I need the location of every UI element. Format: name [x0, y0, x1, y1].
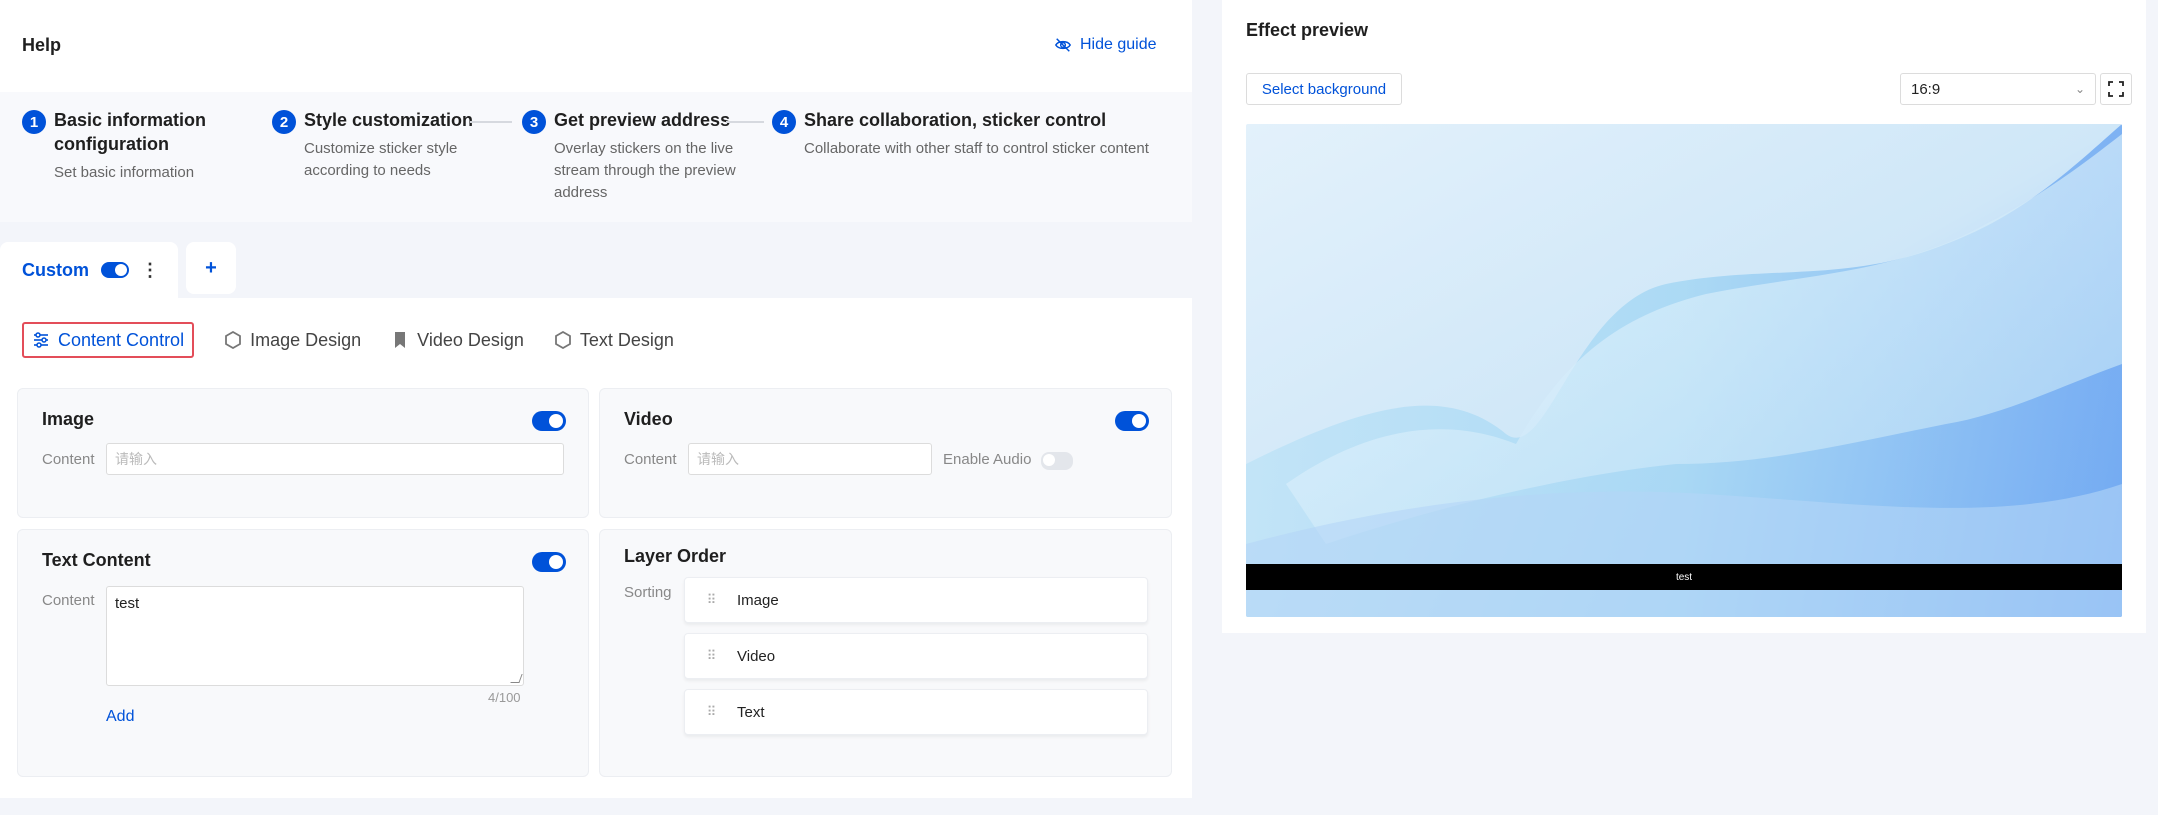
help-card: Help Hide guide 1 Basic information conf…	[0, 0, 1192, 222]
drag-handle-icon[interactable]: ⠿	[685, 648, 737, 664]
subtab-image-design[interactable]: Image Design	[224, 322, 361, 358]
step-1-title-line1: Basic information	[54, 110, 207, 130]
aspect-ratio-value: 16:9	[1911, 80, 1941, 98]
tab-custom-label: Custom	[22, 259, 89, 280]
fullscreen-icon	[2108, 81, 2124, 97]
background-image	[1246, 124, 2122, 617]
add-tab-button[interactable]: +	[186, 242, 236, 294]
enable-audio-label: Enable Audio	[943, 451, 1032, 468]
video-panel: Video Content 请输入 Enable Audio	[599, 388, 1172, 518]
content-card: Content Control Image Design Video Desig…	[0, 298, 1192, 798]
step-3-title: Get preview address	[554, 110, 731, 130]
aspect-ratio-select[interactable]: 16:9 ⌄	[1900, 73, 2096, 105]
sort-item-label: Image	[737, 591, 779, 609]
layer-order-panel: Layer Order Sorting ⠿ Image ⠿ Video ⠿ Te…	[599, 529, 1172, 777]
subtabs: Content Control Image Design Video Desig…	[22, 322, 674, 358]
video-toggle[interactable]	[1115, 411, 1149, 431]
step-3-number: 3	[522, 110, 546, 134]
sort-item-label: Video	[737, 647, 776, 665]
sticker-tabs: Custom ⋮ +	[0, 242, 1192, 298]
image-toggle[interactable]	[532, 411, 566, 431]
add-text-link[interactable]: Add	[106, 708, 134, 726]
text-panel: Text Content Content test 4/100 Add	[17, 529, 589, 777]
subtab-label: Content Control	[58, 329, 185, 350]
step-4-desc: Collaborate with other staff to control …	[804, 140, 1149, 157]
text-toggle[interactable]	[532, 552, 566, 572]
sliders-icon	[34, 332, 48, 348]
step-connector	[470, 121, 512, 123]
bookmark-icon	[395, 332, 406, 348]
text-content-label: Content	[42, 592, 95, 609]
image-content-input[interactable]: 请输入	[106, 443, 564, 475]
eye-off-icon	[1054, 38, 1072, 52]
step-3-desc-line2: stream through the preview	[554, 162, 736, 179]
subtab-label: Text Design	[579, 329, 674, 350]
text-char-counter: 4/100	[488, 690, 521, 705]
preview-canvas: test	[1246, 124, 2122, 617]
steps-guide: 1 Basic information configuration Set ba…	[0, 92, 1192, 222]
fullscreen-button[interactable]	[2100, 73, 2132, 105]
preview-title: Effect preview	[1246, 20, 1369, 40]
caption-bar: test	[1246, 564, 2122, 590]
select-background-button[interactable]: Select background	[1246, 73, 1402, 105]
hide-guide-link[interactable]: Hide guide	[1054, 36, 1157, 54]
sorting-label: Sorting	[624, 584, 672, 601]
sort-item-image[interactable]: ⠿ Image	[684, 577, 1148, 623]
video-panel-title: Video	[624, 409, 673, 429]
image-content-label: Content	[42, 451, 95, 468]
chevron-down-icon: ⌄	[2074, 82, 2085, 96]
step-2-desc-line1: Customize sticker style	[304, 140, 458, 157]
sort-item-label: Text	[737, 703, 765, 721]
hexagon-icon	[225, 331, 241, 349]
video-content-input[interactable]: 请输入	[688, 443, 932, 475]
subtab-text-design[interactable]: Text Design	[554, 322, 674, 358]
hexagon-icon	[554, 331, 571, 349]
step-1-desc: Set basic information	[54, 164, 195, 181]
text-content-textarea[interactable]: test	[106, 586, 524, 686]
layer-order-title: Layer Order	[624, 546, 727, 566]
image-panel: Image Content 请输入	[17, 388, 589, 518]
effect-preview-card: Effect preview Select background 16:9 ⌄	[1222, 0, 2146, 633]
step-2-desc-line2: according to needs	[304, 162, 431, 179]
subtab-video-design[interactable]: Video Design	[391, 322, 524, 358]
sort-item-text[interactable]: ⠿ Text	[684, 689, 1148, 735]
drag-handle-icon[interactable]: ⠿	[685, 592, 737, 608]
subtab-label: Video Design	[417, 329, 524, 350]
image-panel-title: Image	[42, 409, 95, 429]
step-2-title: Style customization	[304, 110, 474, 130]
help-title: Help	[22, 35, 62, 55]
drag-handle-icon[interactable]: ⠿	[685, 704, 737, 720]
sort-item-video[interactable]: ⠿ Video	[684, 633, 1148, 679]
step-3-desc-line3: address	[554, 184, 608, 201]
tab-custom[interactable]: Custom ⋮	[0, 242, 178, 298]
video-content-label: Content	[624, 451, 677, 468]
step-4-number: 4	[772, 110, 796, 134]
custom-toggle[interactable]	[101, 262, 129, 278]
subtab-label: Image Design	[250, 329, 362, 350]
step-1-title-line2: configuration	[54, 134, 169, 154]
text-panel-title: Text Content	[42, 550, 151, 570]
enable-audio-toggle[interactable]	[1041, 452, 1073, 470]
left-column: Help Hide guide 1 Basic information conf…	[0, 0, 1192, 800]
subtab-content-control[interactable]: Content Control	[22, 322, 195, 358]
hide-guide-label: Hide guide	[1080, 36, 1157, 53]
more-options-icon[interactable]: ⋮	[141, 260, 159, 281]
step-3-desc-line1: Overlay stickers on the live	[554, 140, 734, 157]
step-connector	[726, 121, 764, 123]
step-1-number: 1	[22, 110, 46, 134]
step-2-number: 2	[272, 110, 296, 134]
step-4-title: Share collaboration, sticker control	[804, 110, 1107, 130]
